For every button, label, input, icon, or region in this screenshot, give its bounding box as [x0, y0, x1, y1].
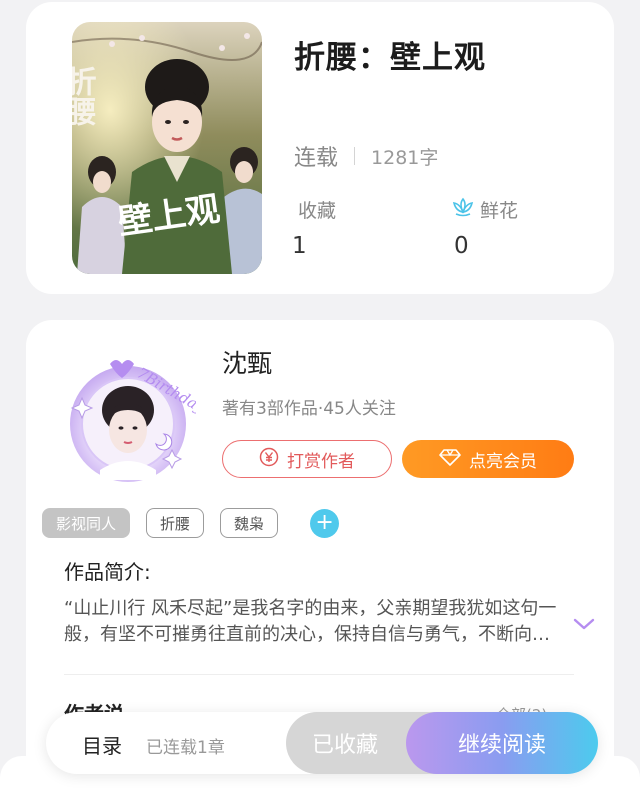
flowers-label-row: 鲜花 [452, 196, 518, 223]
yen-coin-icon [259, 447, 279, 472]
chevron-down-icon[interactable] [572, 616, 596, 636]
bottom-action-bar: 目录 已连载1章 已收藏 继续阅读 [46, 712, 598, 774]
favorited-label: 已收藏 [312, 733, 379, 758]
continue-reading-button[interactable]: 继续阅读 [406, 712, 598, 774]
intro-heading: 作品简介: [64, 560, 151, 584]
favorites-stat: 收藏 1 [292, 196, 337, 259]
cover-artwork: 折腰 壁上观 [72, 22, 262, 274]
meta-divider [354, 147, 356, 165]
intro-text: “山止川行 风禾尽起”是我名字的由来，父亲期望我犹如这句一般，有坚不可摧勇往直前… [64, 598, 557, 645]
table-of-contents-button[interactable]: 目录 [82, 730, 122, 759]
book-title: 折腰：壁上观 [294, 40, 486, 76]
continue-reading-label: 继续阅读 [457, 733, 546, 758]
tag-item[interactable]: 折腰 [146, 508, 205, 538]
vip-membership-button[interactable]: 点亮会员 [402, 440, 574, 478]
serial-status: 连载 [294, 146, 339, 171]
cover-title-top: 折腰 [72, 66, 97, 127]
lotus-flower-icon [452, 197, 474, 222]
vip-membership-label: 点亮会员 [469, 451, 537, 472]
add-tag-button[interactable]: + [310, 508, 340, 538]
author-stats: 著有3部作品·45人关注 [222, 399, 396, 419]
section-divider [64, 674, 574, 675]
tip-author-button[interactable]: 打赏作者 [222, 440, 392, 478]
author-name[interactable]: 沈甄 [222, 344, 272, 380]
tip-author-label: 打赏作者 [287, 451, 355, 472]
book-meta: 连载 1281字 [294, 140, 438, 172]
tag-list: 影视同人 折腰 魏枭 + [42, 508, 340, 538]
flowers-count: 0 [454, 233, 469, 259]
flowers-label: 鲜花 [480, 200, 519, 222]
book-cover[interactable]: 折腰 壁上观 [72, 22, 262, 274]
favorites-label: 收藏 [298, 200, 337, 222]
chapter-count: 已连载1章 [146, 738, 225, 758]
book-info-card: 折腰 壁上观 折腰：壁上观 连载 1281字 收藏 1 鲜花 0 [26, 2, 614, 294]
tag-item[interactable]: 魏枭 [220, 508, 279, 538]
favorites-count: 1 [292, 233, 307, 259]
word-count: 1281字 [371, 146, 439, 169]
flowers-stat[interactable]: 鲜花 0 [452, 196, 518, 259]
tag-item[interactable]: 影视同人 [42, 508, 131, 538]
avatar[interactable]: 7Birthday [60, 340, 209, 490]
diamond-icon [439, 448, 461, 471]
